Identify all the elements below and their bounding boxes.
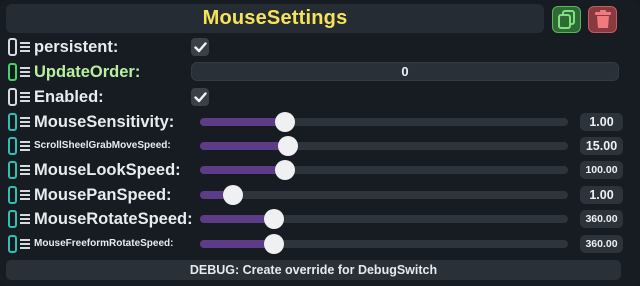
field-connector[interactable] [8,113,17,131]
mouse-look-speed-slider[interactable] [200,160,568,180]
scroll-wheel-grab-move-speed-slider[interactable] [200,136,568,156]
row-enabled: Enabled: [0,85,640,109]
slider-handle[interactable] [263,209,284,229]
field-label-persistent: persistent: [34,38,119,56]
mouse-sensitivity-value[interactable]: 1.00 [580,113,623,131]
scroll-wheel-grab-move-speed-value[interactable]: 15.00 [580,137,623,155]
row-mouse-pan-speed: MousePanSpeed: 1.00 [0,183,640,207]
field-label-mouse-rotate-speed: MouseRotateSpeed: [34,210,193,228]
delete-button[interactable] [588,6,617,33]
menu-icon[interactable] [20,67,30,77]
field-connector[interactable] [8,186,17,204]
menu-icon[interactable] [20,165,30,175]
field-connector[interactable] [8,210,17,228]
update-order-input[interactable]: 0 [191,62,619,81]
slider-fill [200,215,274,223]
mouse-freeform-rotate-speed-slider[interactable] [200,234,568,254]
slider-fill [200,142,289,150]
field-label-mouse-look-speed: MouseLookSpeed: [34,161,181,179]
slider-handle[interactable] [274,112,295,132]
duplicate-button[interactable] [552,6,581,33]
field-label-mouse-sensitivity: MouseSensitivity: [34,113,175,131]
row-scroll-wheel-grab-move-speed: ScrollSheelGrabMoveSpeed: 15.00 [0,134,640,158]
menu-icon[interactable] [20,214,30,224]
row-mouse-sensitivity: MouseSensitivity: 1.00 [0,110,640,134]
field-connector[interactable] [8,161,17,179]
menu-icon[interactable] [20,141,30,151]
mouse-pan-speed-slider[interactable] [200,185,568,205]
menu-icon[interactable] [20,239,30,249]
checkmark-icon [193,91,207,102]
panel-header: MouseSettings [6,4,544,33]
mouse-settings-panel: MouseSettings persistent: UpdateOrder: 0 [0,0,640,286]
debug-override-button[interactable]: DEBUG: Create override for DebugSwitch [6,260,621,280]
panel-title: MouseSettings [202,7,348,29]
slider-handle[interactable] [223,185,244,205]
field-connector[interactable] [8,137,17,155]
field-label-mouse-pan-speed: MousePanSpeed: [34,186,172,204]
row-mouse-look-speed: MouseLookSpeed: 100.00 [0,158,640,182]
mouse-sensitivity-slider[interactable] [200,112,568,132]
slider-fill [200,240,274,248]
slider-handle[interactable] [278,136,299,156]
mouse-rotate-speed-value[interactable]: 360.00 [580,210,623,228]
field-label-mouse-freeform-rotate-speed: MouseFreeformRotateSpeed: [34,238,174,249]
slider-handle[interactable] [274,160,295,180]
slider-fill [200,166,285,174]
row-persistent: persistent: [0,35,640,59]
duplicate-icon [557,9,575,29]
checkmark-icon [193,41,207,52]
field-label-enabled: Enabled: [34,88,104,106]
mouse-rotate-speed-slider[interactable] [200,209,568,229]
enabled-checkbox[interactable] [191,88,209,106]
field-connector[interactable] [8,63,17,81]
mouse-freeform-rotate-speed-value[interactable]: 360.00 [580,235,623,253]
field-connector[interactable] [8,38,17,56]
field-label-update-order: UpdateOrder: [34,63,141,81]
trash-icon [594,10,611,28]
menu-icon[interactable] [20,92,30,102]
row-mouse-freeform-rotate-speed: MouseFreeformRotateSpeed: 360.00 [0,232,640,256]
mouse-look-speed-value[interactable]: 100.00 [580,161,623,179]
slider-handle[interactable] [263,234,284,254]
slider-fill [200,118,285,126]
field-label-scroll-wheel-grab-move-speed: ScrollSheelGrabMoveSpeed: [34,140,171,151]
row-mouse-rotate-speed: MouseRotateSpeed: 360.00 [0,207,640,231]
field-connector[interactable] [8,235,17,253]
persistent-checkbox[interactable] [191,38,209,56]
field-connector[interactable] [8,88,17,106]
menu-icon[interactable] [20,42,30,52]
menu-icon[interactable] [20,117,30,127]
menu-icon[interactable] [20,190,30,200]
mouse-pan-speed-value[interactable]: 1.00 [580,186,623,204]
row-update-order: UpdateOrder: 0 [0,60,640,84]
